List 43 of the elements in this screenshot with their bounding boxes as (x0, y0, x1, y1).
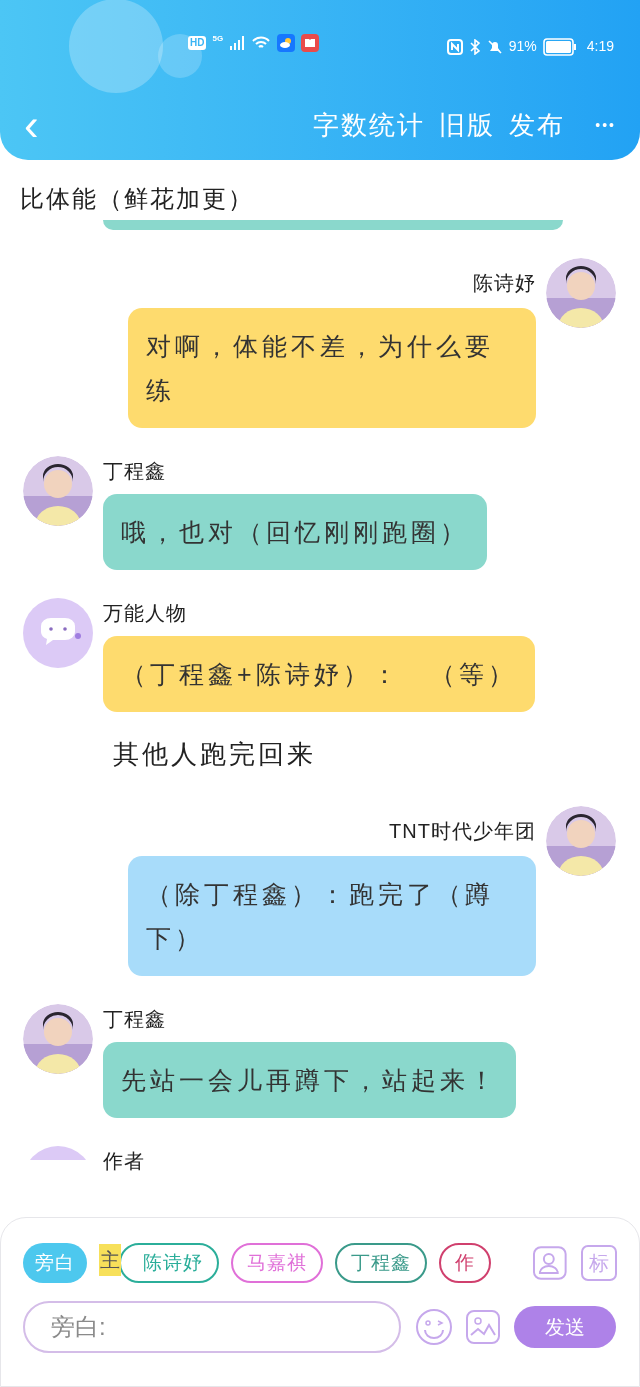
main-role-badge: 主 (99, 1244, 121, 1276)
role-chip[interactable]: 旁白 (23, 1243, 87, 1283)
bluetooth-icon (468, 38, 481, 55)
message-bubble: 哦，也对（回忆刚刚跑圈） (103, 494, 487, 570)
chat-avatar-icon[interactable] (23, 598, 93, 668)
message-bubble: （除丁程鑫）：跑完了（蹲下） (128, 856, 536, 976)
back-button[interactable]: ‹ (24, 103, 39, 147)
mute-bell-icon (486, 38, 503, 55)
author-name: 丁程鑫 (103, 459, 166, 484)
author-name: 万能人物 (103, 601, 187, 626)
toolbar-link[interactable]: 发布 (509, 105, 566, 145)
message-bubble: （丁程鑫+陈诗妤）： （等） (103, 636, 535, 712)
battery-icon (542, 37, 577, 56)
nfc-icon (446, 38, 463, 55)
chapter-title: 比体能（鲜花加更） (19, 184, 255, 214)
author-name: 丁程鑫 (103, 1007, 166, 1032)
send-button[interactable]: 发送 (514, 1306, 616, 1348)
role-chip[interactable]: 陈诗妤 (119, 1243, 219, 1283)
network-label: 5G (212, 34, 224, 44)
toolbar-link[interactable]: 旧版 (439, 105, 496, 145)
narration-text: 其他人跑完回来 (112, 738, 317, 771)
signal-icon (229, 35, 246, 51)
tag-button[interactable]: 标 (581, 1245, 617, 1281)
role-chip[interactable]: 马嘉祺 (231, 1243, 323, 1283)
author-name: 作者 (103, 1149, 145, 1174)
contact-card-icon[interactable] (531, 1245, 568, 1281)
battery-percent: 91% (508, 37, 537, 56)
wifi-icon (251, 35, 272, 51)
image-icon[interactable] (465, 1309, 501, 1345)
author-name: TNT时代少年团 (389, 819, 536, 844)
book-app-icon (301, 34, 320, 52)
role-chip[interactable]: 丁程鑫 (335, 1243, 427, 1283)
role-chip[interactable]: 作 (439, 1243, 491, 1283)
hd-badge: HD (188, 36, 207, 50)
message-input-field[interactable]: 旁白: (23, 1301, 401, 1353)
author-name: 陈诗妤 (473, 271, 536, 296)
message-bubble: 对啊，体能不差，为什么要练 (128, 308, 536, 428)
clock-time: 4:19 (586, 37, 614, 56)
weather-app-icon (277, 34, 296, 52)
emoji-icon[interactable] (415, 1308, 453, 1346)
message-bubble: 先站一会儿再蹲下，站起来！ (103, 1042, 516, 1118)
toolbar-link[interactable]: 字数统计 (313, 105, 426, 145)
more-button[interactable]: ••• (595, 114, 616, 136)
